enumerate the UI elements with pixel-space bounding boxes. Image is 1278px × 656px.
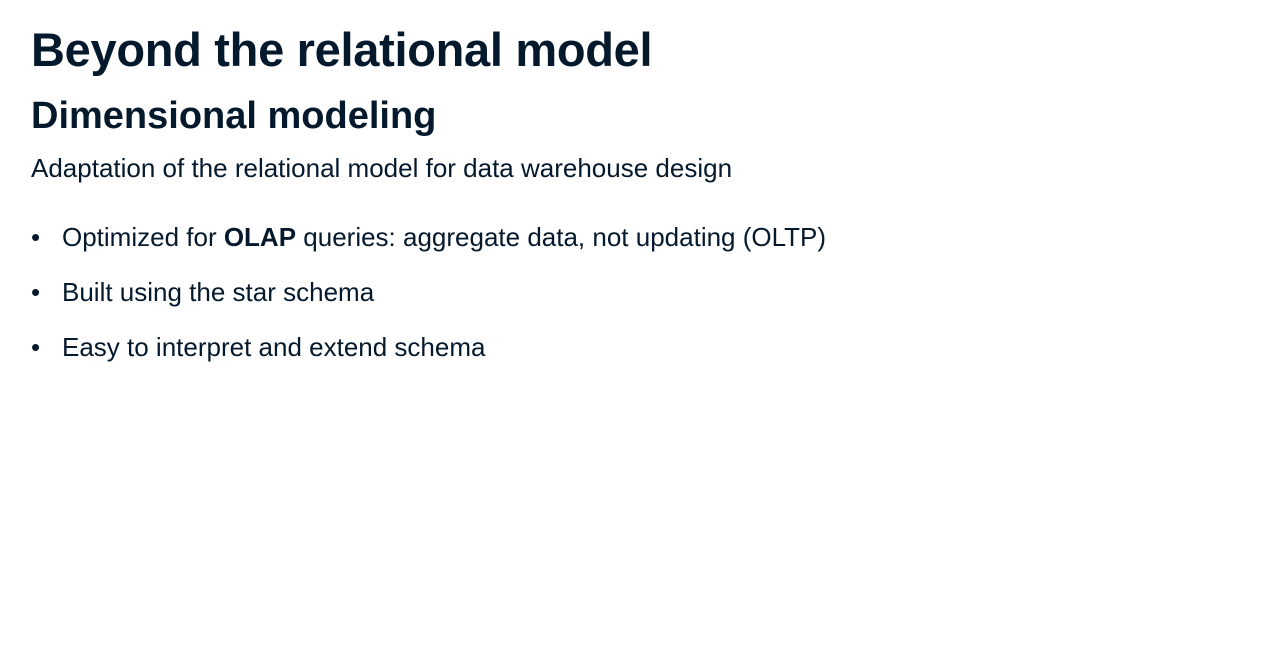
bullet-text: Built using the star schema <box>62 277 375 307</box>
slide: Beyond the relational model Dimensional … <box>31 0 1278 656</box>
bullet-text: Easy to interpret and extend schema <box>62 332 486 362</box>
slide-subtitle: Dimensional modeling <box>31 95 437 137</box>
slide-title: Beyond the relational model <box>31 23 653 76</box>
bullet-marker: • <box>31 222 41 252</box>
bullet-text-after: queries: aggregate data, not updating (O… <box>296 222 827 252</box>
bullet-text: Optimized for OLAP queries: aggregate da… <box>62 221 826 253</box>
bullet-marker: • <box>31 332 41 362</box>
bullet-text-bold: OLAP <box>223 222 297 252</box>
lead-paragraph: Adaptation of the relational model for d… <box>31 153 733 183</box>
bullet-text-before: Optimized for <box>62 222 224 252</box>
bullet-marker: • <box>31 277 41 307</box>
